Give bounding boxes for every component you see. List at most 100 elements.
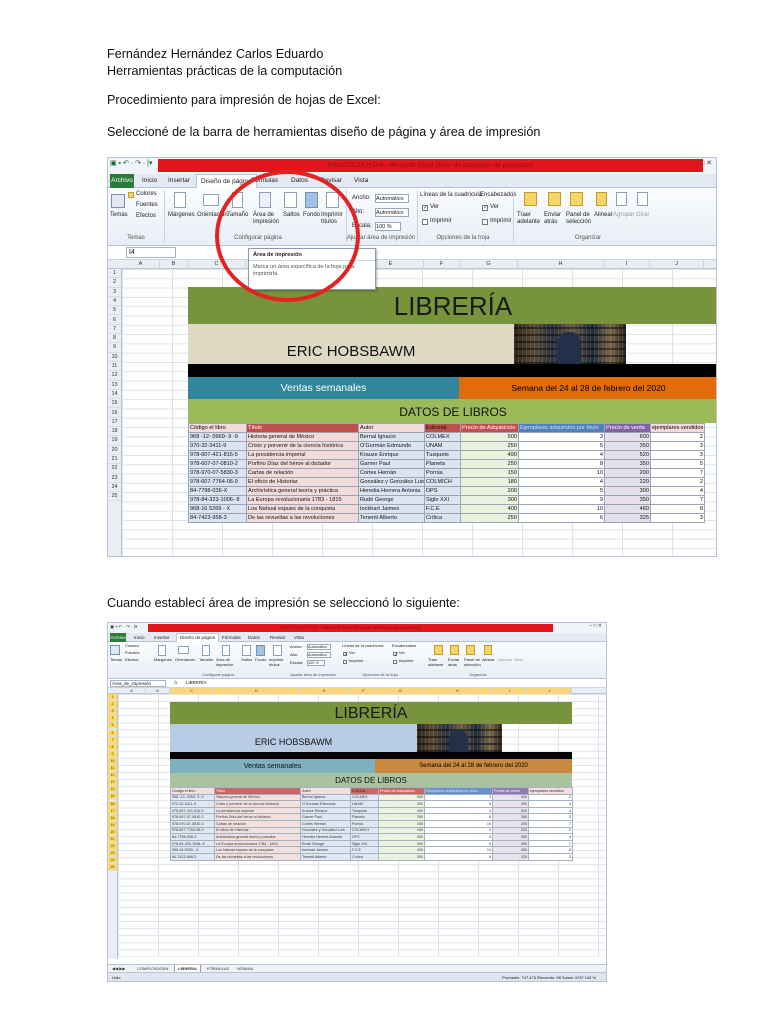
row-header[interactable]: 22 [108,843,117,851]
girar-button-2[interactable]: Girar [514,657,523,663]
quick-access-toolbar[interactable]: ▣ ▪ ↶ · ↷ · |▾ [110,159,153,167]
tamano-button-2[interactable]: Tamaño [199,657,213,663]
table-cell[interactable]: Porfirio Díaz del héroe al dictador [246,459,359,469]
table-cell[interactable]: 8 [424,813,493,821]
table-cell[interactable]: 250 [460,441,519,451]
table-cell[interactable]: 978-607-7764-06-9 [188,477,247,487]
row-header[interactable]: 3 [108,288,121,297]
table-header-cell[interactable]: Código el libro [188,423,247,433]
headings-print-checkbox-2[interactable] [393,660,397,664]
table-cell[interactable]: 978-84-323-1006- 8 [188,495,247,505]
tab-revisar-2[interactable]: Revisar [270,633,285,642]
row-header[interactable]: 15 [108,793,117,801]
table-cell[interactable]: 520 [604,450,651,460]
table-cell[interactable]: 250 [378,813,425,821]
row-header[interactable]: 15 [108,399,121,409]
table-cell[interactable]: 978-607-07-0810-2 [170,813,215,821]
row-header[interactable]: 14 [108,786,117,794]
escala-input-2[interactable]: 100 % [307,660,325,666]
table-cell[interactable]: 200 [460,486,519,496]
row-header[interactable]: 19 [108,821,117,829]
table-cell[interactable]: 250 [460,513,519,523]
table-cell[interactable]: 520 [492,806,529,815]
table-cell[interactable]: La Europa revolucionaria 1783 - 1815 [246,495,359,505]
table-cell[interactable]: COLMEX [350,793,379,802]
table-cell[interactable]: 180 [378,826,425,835]
row-header[interactable]: 8 [108,743,117,751]
row-header[interactable]: 19 [108,436,121,446]
table-cell[interactable]: 250 [378,800,425,808]
table-cell[interactable]: 220 [604,477,651,487]
table-cell[interactable]: 200 [492,819,529,828]
table-cell[interactable]: Planeta [350,813,379,821]
row-header[interactable]: 1 [108,694,117,702]
table-cell[interactable]: Cartas de relación [246,468,359,478]
table-cell[interactable]: 350 [492,800,529,808]
table-cell[interactable]: 200 [604,468,651,478]
column-header[interactable]: B [160,260,188,269]
enviar-atras-button[interactable]: Enviar atrás [544,212,566,226]
colores-button-2[interactable]: Colores [125,643,139,649]
table-cell[interactable]: Tenenti Alberto [358,513,425,523]
gridlines-print-checkbox-2[interactable] [343,660,347,664]
table-header-cell[interactable]: Ejemplares adquiridos por título [518,423,605,433]
table-cell[interactable]: Historia general de México [214,793,301,802]
table-cell[interactable]: 10 [518,504,605,514]
table-cell[interactable]: 84-7798-036-X [170,833,215,841]
table-cell[interactable]: Iockhart Jaimes [358,504,425,514]
orientacion-button-2[interactable]: Orientación [175,657,195,663]
table-cell[interactable]: 325 [604,513,651,523]
column-header[interactable]: H [518,260,604,269]
table-cell[interactable]: 9 [518,495,605,505]
fuentes-button[interactable]: Fuentes [136,202,158,209]
table-cell[interactable]: 84-7423-958-3 [170,852,215,861]
table-cell[interactable]: 7 [528,819,573,828]
table-header-cell[interactable]: Precio de Adquisición [378,787,425,795]
table-header-cell[interactable]: Editorial [424,423,461,433]
table-cell[interactable]: 7 [650,495,705,505]
row-header[interactable]: 12 [108,772,117,780]
table-cell[interactable]: 3 [424,793,493,802]
table-cell[interactable]: Garner Paul [358,459,425,469]
table-cell[interactable]: 300 [604,486,651,496]
formula-content[interactable]: LIBRERÍA [186,680,207,685]
table-cell[interactable]: Porfirio Díaz del héroe al dictador [214,813,301,821]
table-header-cell[interactable]: Editorial [350,787,379,795]
panel-seleccion-button-2[interactable]: Panel de selección [464,657,484,667]
table-cell[interactable]: 5 [518,441,605,451]
table-cell[interactable]: 7 [528,839,573,848]
table-cell[interactable]: 180 [460,477,519,487]
table-cell[interactable]: 3 [528,800,573,808]
table-cell[interactable]: COLMICH [350,826,379,835]
table-cell[interactable]: Heredia Herrera Antonia [358,486,425,496]
tab-archivo-2[interactable]: Archivo [110,633,126,642]
saltos-button-2[interactable]: Saltos [241,657,252,663]
table-cell[interactable]: Archivística general teoría y práctica [214,833,301,841]
table-cell[interactable]: 968 -12- 0969- 9 -9 [170,793,215,802]
table-cell[interactable]: 970-32-3411-9 [188,441,247,451]
row-header[interactable]: 10 [108,757,117,765]
table-cell[interactable]: 3 [528,852,573,861]
row-header[interactable]: 11 [108,765,117,773]
row-header[interactable]: 8 [108,334,121,344]
table-cell[interactable]: 500 [460,432,519,442]
table-cell[interactable]: DPS [424,486,461,496]
name-box[interactable]: I4 [126,247,176,258]
table-cell[interactable]: 84-7423-958-3 [188,513,247,523]
table-cell[interactable]: 968-16 5269 - X [188,504,247,514]
table-cell[interactable]: 400 [460,504,519,514]
table-cell[interactable]: 4 [424,826,493,835]
gridlines-print-checkbox[interactable] [422,219,428,225]
margenes-button[interactable]: Márgenes [168,212,195,219]
table-cell[interactable]: Rudé George [300,839,351,848]
alinear-button-2[interactable]: Alinear [482,657,494,663]
row-header[interactable]: 17 [108,807,117,815]
table-cell[interactable]: 970-32-3411-9 [170,800,215,808]
girar-button[interactable]: Girar [636,212,649,219]
tab-vista-2[interactable]: Vista [294,633,304,642]
table-cell[interactable]: 325 [492,852,529,861]
column-header[interactable]: J [650,260,704,269]
table-cell[interactable]: 600 [604,432,651,442]
temas-button[interactable]: Temas [110,212,128,219]
table-cell[interactable]: El oficio de Historiar [246,477,359,487]
